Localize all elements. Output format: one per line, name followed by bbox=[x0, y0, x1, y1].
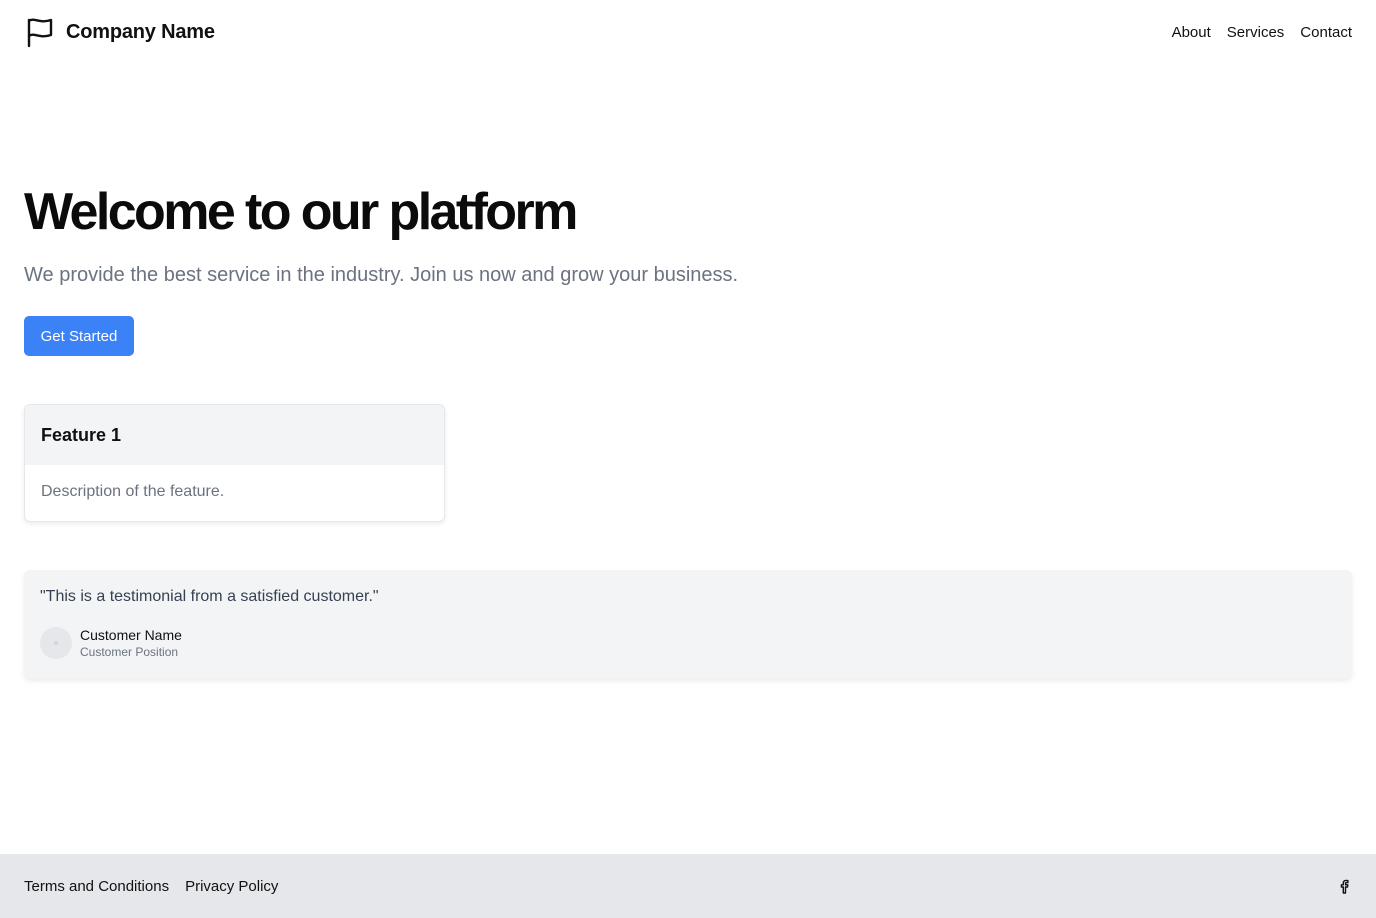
get-started-button[interactable]: Get Started bbox=[24, 316, 134, 356]
main-nav: About Services Contact bbox=[1172, 24, 1352, 41]
avatar-placeholder bbox=[54, 641, 58, 645]
nav-link-services[interactable]: Services bbox=[1227, 24, 1285, 41]
site-footer: Terms and Conditions Privacy Policy bbox=[0, 854, 1376, 918]
testimonial-card: "This is a testimonial from a satisfied … bbox=[24, 570, 1352, 678]
feature-card-header: Feature 1 bbox=[25, 405, 444, 465]
testimonial-quote: "This is a testimonial from a satisfied … bbox=[40, 588, 379, 605]
footer-link-terms[interactable]: Terms and Conditions bbox=[24, 878, 169, 895]
feature-title: Feature 1 bbox=[41, 424, 122, 445]
footer-link-privacy[interactable]: Privacy Policy bbox=[185, 878, 278, 895]
customer-position: Customer Position bbox=[80, 645, 179, 659]
hero-subtitle: We provide the best service in the indus… bbox=[24, 264, 739, 286]
hero-title: Welcome to our platform bbox=[24, 183, 578, 241]
nav-link-contact[interactable]: Contact bbox=[1300, 24, 1352, 41]
footer-links: Terms and Conditions Privacy Policy bbox=[24, 878, 278, 895]
testimonial-customer: Customer Name Customer Position bbox=[40, 626, 1336, 660]
site-header: Company Name About Services Contact bbox=[0, 0, 1376, 64]
customer-info: Customer Name Customer Position bbox=[80, 626, 182, 660]
flag-icon bbox=[24, 16, 56, 48]
nav-link-about[interactable]: About bbox=[1172, 24, 1211, 41]
feature-card: Feature 1 Description of the feature. bbox=[24, 404, 445, 522]
brand-name: Company Name bbox=[66, 20, 215, 43]
avatar bbox=[40, 627, 72, 659]
landing-page: Company Name About Services Contact Welc… bbox=[0, 0, 1376, 918]
customer-name: Customer Name bbox=[80, 627, 182, 643]
feature-card-body: Description of the feature. bbox=[25, 465, 444, 519]
feature-description: Description of the feature. bbox=[41, 483, 225, 500]
brand[interactable]: Company Name bbox=[24, 16, 215, 48]
facebook-icon[interactable] bbox=[1336, 878, 1352, 894]
